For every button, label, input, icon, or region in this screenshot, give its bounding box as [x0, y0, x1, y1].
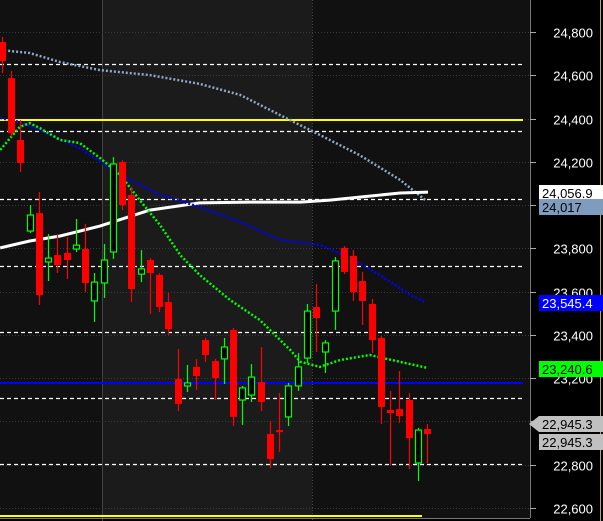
candle-body-down: [369, 303, 376, 341]
candle-body-up: [137, 268, 146, 275]
candle-body-down: [359, 281, 366, 301]
price-label-text: 23,545.4: [542, 296, 593, 311]
candle-body-down: [165, 302, 172, 330]
candle-body-down: [17, 139, 24, 163]
candle-body-up: [238, 387, 247, 401]
candle-body-up: [183, 382, 192, 387]
candle-body-down: [212, 361, 219, 378]
candle-body-up: [414, 429, 423, 464]
candlestick-chart[interactable]: 24,80024,60024,40024,20024,00023,80023,6…: [0, 0, 603, 521]
candle-body-up: [247, 376, 256, 396]
candle-body-down: [0, 41, 6, 61]
candle-body-up: [294, 366, 303, 387]
y-tick-label: 22,800: [553, 459, 593, 474]
candle[interactable]: [156, 273, 163, 312]
candle-body-down: [424, 429, 431, 434]
price-label: 24,056.9: [539, 185, 603, 201]
y-tick-label: 22,600: [553, 502, 593, 517]
y-tick-label: 23,400: [553, 329, 593, 344]
y-tick-label: 24,600: [553, 69, 593, 84]
candle[interactable]: [341, 245, 348, 275]
candle-body-up: [303, 310, 312, 359]
candle-body-down: [396, 409, 403, 417]
candle-body-up: [26, 214, 35, 232]
candle[interactable]: [109, 157, 118, 259]
candle-body-up: [321, 342, 330, 353]
candle-body-down: [54, 255, 61, 266]
price-label-text: 24,056.9: [542, 186, 593, 201]
candle-body-down: [258, 382, 265, 402]
candle-body-down: [64, 252, 71, 261]
y-tick-label: 24,200: [553, 156, 593, 171]
candle[interactable]: [119, 160, 126, 211]
candle-body-up: [72, 244, 81, 250]
candle-body-down: [36, 213, 43, 296]
candle-body-down: [267, 433, 274, 460]
price-label: 22,945.3: [539, 434, 603, 450]
candle[interactable]: [230, 327, 237, 426]
candle-body-up: [331, 260, 340, 312]
price-label-text: 22,945.3: [542, 417, 593, 432]
y-tick-label: 23,800: [553, 242, 593, 257]
candle-body-down: [313, 306, 320, 319]
candle[interactable]: [8, 70, 15, 137]
candle[interactable]: [128, 186, 135, 303]
candle-body-up: [44, 257, 53, 263]
price-label-text: 22,945.3: [542, 435, 593, 450]
price-label: 24,017: [539, 199, 603, 215]
candle-body-up: [90, 281, 99, 302]
candle-body-up: [100, 259, 109, 284]
candle-body-down: [193, 366, 200, 377]
price-label: 23,545.4: [539, 295, 603, 311]
price-label-text: 24,017: [542, 200, 582, 215]
candle-body-down: [276, 430, 283, 433]
candle-body-down: [147, 260, 154, 274]
price-label-text: 23,240.6: [542, 362, 593, 377]
candle-body-down: [119, 162, 126, 206]
candle-body-down: [128, 194, 135, 290]
candle-body-up: [109, 163, 118, 253]
candle-body-down: [350, 255, 357, 293]
candle-body-down: [8, 78, 15, 134]
y-tick-label: 24,400: [553, 113, 593, 128]
candle-body-up: [220, 346, 229, 360]
candle-body-down: [175, 379, 182, 404]
candle-body-down: [156, 274, 163, 307]
candle-body-down: [387, 409, 394, 414]
candle-body-down: [202, 340, 209, 356]
candle-body-down: [230, 329, 237, 417]
y-tick-label: 24,800: [553, 26, 593, 41]
candle[interactable]: [303, 303, 312, 364]
price-label: 22,945.3: [529, 416, 603, 432]
candle-body-up: [284, 385, 293, 418]
candle-body-down: [341, 247, 348, 272]
price-label: 23,240.6: [539, 361, 603, 377]
candle-body-down: [378, 337, 385, 407]
candle-body-down: [406, 400, 413, 439]
candle-body-down: [82, 249, 89, 283]
plot-background: [0, 0, 530, 521]
